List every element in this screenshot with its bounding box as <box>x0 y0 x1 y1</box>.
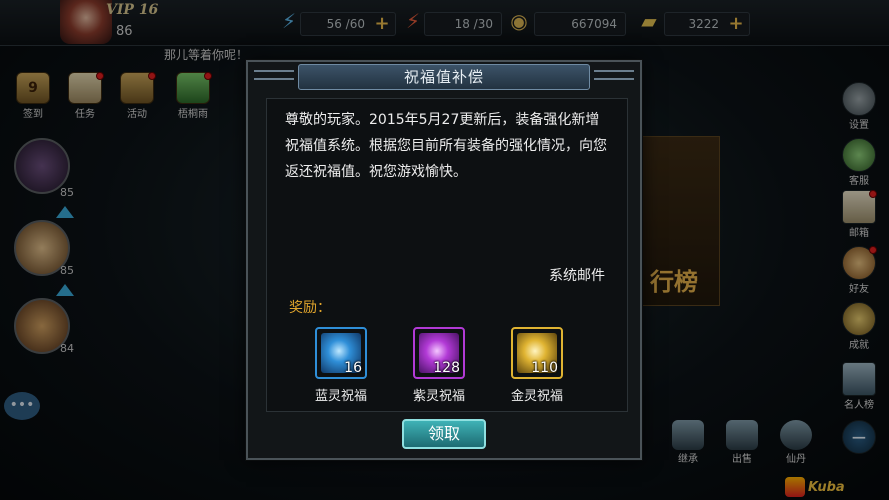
reward-label: 奖励： <box>289 300 331 316</box>
compensation-dialog: 祝福值补偿 尊敬的玩家。2015年5月27更新后，装备强化新增祝福值系统。根据您… <box>246 60 642 460</box>
reward-count: 16 <box>344 360 362 376</box>
reward-count: 110 <box>531 360 558 376</box>
reward-item[interactable]: 16 蓝灵祝福 <box>305 327 377 404</box>
claim-button[interactable]: 领取 <box>402 419 486 449</box>
dialog-title: 祝福值补偿 <box>403 68 484 86</box>
reward-slot: 110 <box>511 327 563 379</box>
mail-message: 尊敬的玩家。2015年5月27更新后，装备强化新增祝福值系统。根据您目前所有装备… <box>285 112 607 180</box>
reward-slot: 16 <box>315 327 367 379</box>
title-ornament-right <box>594 70 634 80</box>
mail-content: 尊敬的玩家。2015年5月27更新后，装备强化新增祝福值系统。根据您目前所有装备… <box>266 98 628 412</box>
reward-name: 紫灵祝福 <box>412 389 465 404</box>
dialog-title-bar: 祝福值补偿 <box>298 64 590 90</box>
reward-name: 蓝灵祝福 <box>314 389 367 404</box>
reward-item[interactable]: 110 金灵祝福 <box>501 327 573 404</box>
reward-item[interactable]: 128 紫灵祝福 <box>403 327 475 404</box>
title-ornament-left <box>254 70 294 80</box>
reward-name: 金灵祝福 <box>510 389 563 404</box>
reward-slot: 128 <box>413 327 465 379</box>
mail-sender: 系统邮件 <box>549 268 605 284</box>
reward-count: 128 <box>433 360 460 376</box>
